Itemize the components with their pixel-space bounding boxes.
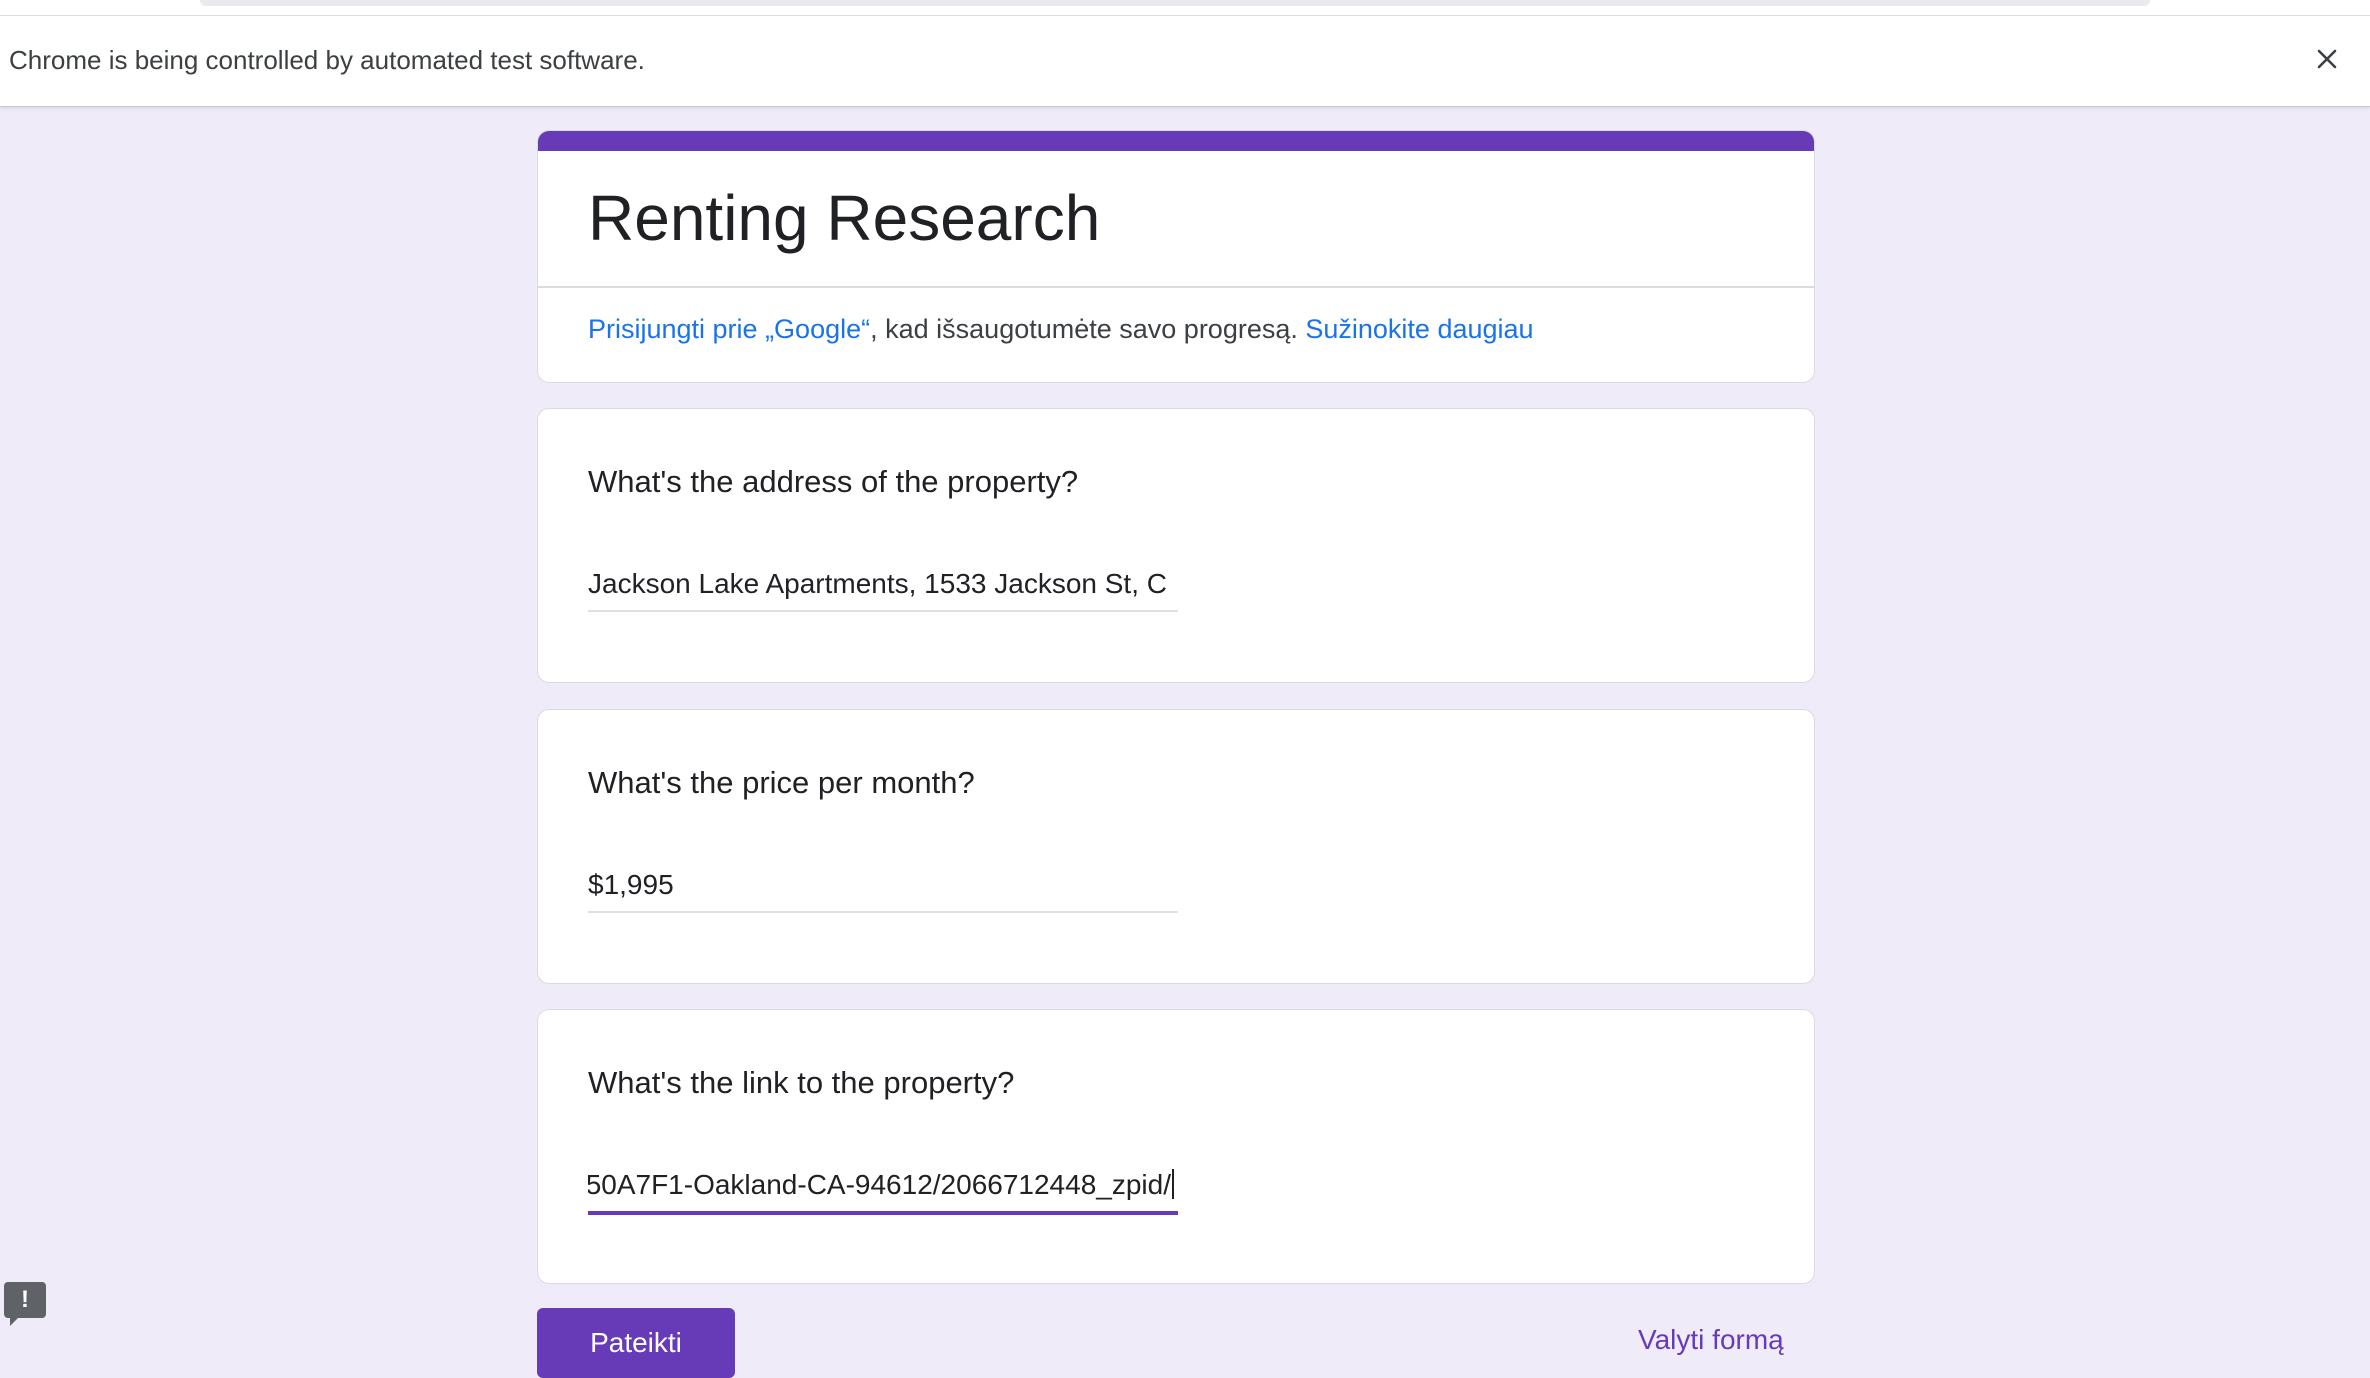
question-label: What's the address of the property? <box>588 464 1079 499</box>
signin-notice: Prisijungti prie „Google“, kad išsaugotu… <box>588 314 1534 345</box>
browser-top-strip <box>0 0 2370 15</box>
form-header-card: Renting Research Prisijungti prie „Googl… <box>537 130 1815 383</box>
question-card-link: What's the link to the property? 50A7F1-… <box>537 1009 1815 1284</box>
address-input[interactable]: Jackson Lake Apartments, 1533 Jackson St… <box>588 564 1178 612</box>
question-card-address: What's the address of the property? Jack… <box>537 408 1815 683</box>
question-card-price: What's the price per month? $1,995 <box>537 709 1815 984</box>
infobar-message: Chrome is being controlled by automated … <box>9 45 645 75</box>
signin-text: , kad išsaugotumėte savo progresą. <box>870 314 1306 344</box>
address-bar-edge[interactable] <box>200 0 2150 6</box>
report-issue-button[interactable]: ! <box>4 1282 46 1326</box>
input-value: 50A7F1-Oakland-CA-94612/2066712448_zpid/ <box>588 1169 1171 1200</box>
form-title: Renting Research <box>588 182 1101 254</box>
automation-infobar: Chrome is being controlled by automated … <box>0 15 2370 107</box>
infobar-close-button[interactable] <box>2310 42 2344 76</box>
clear-form-link[interactable]: Valyti formą <box>1638 1324 1784 1356</box>
learn-more-link[interactable]: Sužinokite daugiau <box>1305 314 1533 344</box>
price-input[interactable]: $1,995 <box>588 865 1178 913</box>
link-input[interactable]: 50A7F1-Oakland-CA-94612/2066712448_zpid/ <box>588 1165 1178 1215</box>
signin-link[interactable]: Prisijungti prie „Google“ <box>588 314 870 344</box>
input-value-wrapper: 50A7F1-Oakland-CA-94612/2066712448_zpid/ <box>588 1169 1174 1201</box>
close-icon <box>2317 49 2337 69</box>
input-value: Jackson Lake Apartments, 1533 Jackson St… <box>588 568 1167 599</box>
input-value: $1,995 <box>588 869 674 900</box>
question-label: What's the link to the property? <box>588 1065 1015 1100</box>
submit-button[interactable]: Pateikti <box>537 1308 735 1378</box>
report-issue-icon: ! <box>21 1286 29 1313</box>
header-divider <box>538 286 1814 288</box>
text-caret <box>1172 1169 1174 1199</box>
form-accent-bar <box>538 131 1814 151</box>
question-label: What's the price per month? <box>588 765 975 800</box>
